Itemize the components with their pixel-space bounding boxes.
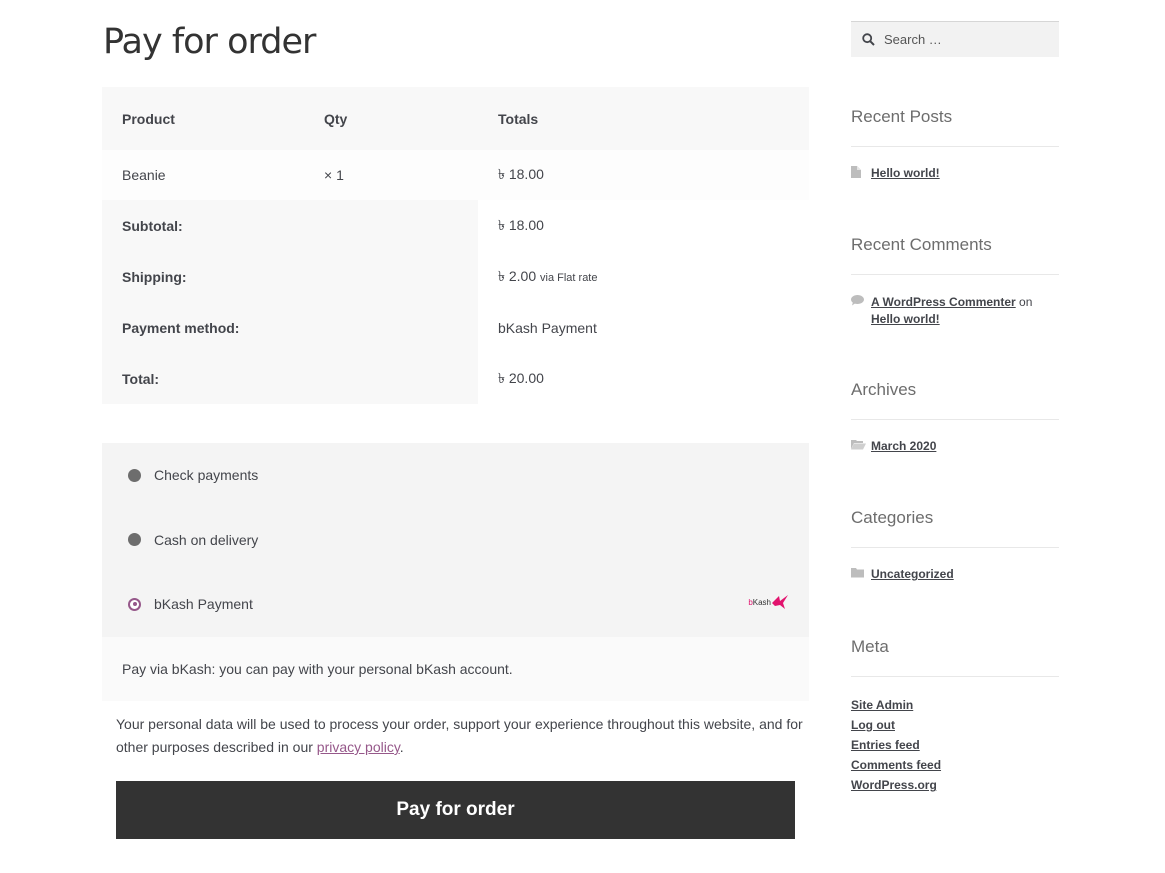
page-title: Pay for order <box>103 22 316 62</box>
post-link[interactable]: Hello world! <box>871 166 940 180</box>
shipping-label: Shipping: <box>102 251 478 302</box>
folder-icon <box>851 567 871 581</box>
widget-title: Recent Comments <box>851 235 1059 275</box>
subtotal-row: Subtotal: ৳ 18.00 <box>102 200 809 251</box>
header-qty: Qty <box>324 110 348 127</box>
search-input[interactable]: Search … <box>851 21 1059 57</box>
total-label: Total: <box>102 353 478 404</box>
search-icon <box>862 33 875 46</box>
search-placeholder: Search … <box>884 32 942 47</box>
payment-option-bkash[interactable]: bKash Payment bKash <box>102 572 809 637</box>
radio-cash-on-delivery[interactable] <box>128 533 141 547</box>
order-table: Product Qty Totals Beanie × 1 ৳ 18.00 Su… <box>102 87 809 404</box>
header-product: Product <box>122 110 175 127</box>
comment-post-link[interactable]: Hello world! <box>871 312 940 326</box>
radio-bkash[interactable] <box>128 597 141 611</box>
comment-icon <box>851 294 871 311</box>
comment-author-link[interactable]: A WordPress Commenter <box>871 295 1016 309</box>
meta-link-wordpress-org[interactable]: WordPress.org <box>851 775 1059 795</box>
document-icon <box>851 166 871 181</box>
privacy-end: . <box>399 739 404 755</box>
widget-title: Meta <box>851 637 1059 677</box>
privacy-text: Your personal data will be used to proce… <box>116 716 803 755</box>
widget-title: Recent Posts <box>851 107 1059 147</box>
payment-option-check[interactable]: Check payments <box>102 443 809 508</box>
meta-link-site-admin[interactable]: Site Admin <box>851 695 1059 715</box>
widget-categories: Categories Uncategorized <box>851 508 1059 581</box>
privacy-notice: Your personal data will be used to proce… <box>116 713 806 759</box>
payment-option-cod[interactable]: Cash on delivery <box>102 508 809 573</box>
total-row: Total: ৳ 20.00 <box>102 353 809 404</box>
shipping-via: via Flat rate <box>540 271 598 284</box>
payment-methods: Check payments Cash on delivery bKash Pa… <box>102 443 809 701</box>
item-product: Beanie <box>122 167 166 183</box>
payment-method-label: Payment method: <box>102 302 478 353</box>
payment-method-row: Payment method: bKash Payment <box>102 302 809 353</box>
meta-link-log-out[interactable]: Log out <box>851 715 1059 735</box>
bkash-logo: bKash <box>748 594 789 610</box>
widget-recent-posts: Recent Posts Hello world! <box>851 107 1059 181</box>
list-item: Hello world! <box>851 166 1059 181</box>
comment-on-text: on <box>1019 295 1033 309</box>
shipping-value-cell: ৳ 2.00 via Flat rate <box>478 265 809 289</box>
widget-title: Archives <box>851 380 1059 420</box>
widget-meta: Meta Site Admin Log out Entries feed Com… <box>851 637 1059 795</box>
table-header-row: Product Qty Totals <box>102 87 809 150</box>
folder-open-icon <box>851 439 871 453</box>
shipping-row: Shipping: ৳ 2.00 via Flat rate <box>102 251 809 302</box>
list-item: Uncategorized <box>851 567 1059 581</box>
list-item: March 2020 <box>851 439 1059 453</box>
bkash-logo-text: bKash <box>748 597 771 607</box>
payment-option-label: Check payments <box>154 467 259 484</box>
payment-method-value: bKash Payment <box>498 319 597 336</box>
table-row: Beanie × 1 ৳ 18.00 <box>102 150 809 200</box>
meta-link-comments-feed[interactable]: Comments feed <box>851 755 1059 775</box>
widget-title: Categories <box>851 508 1059 548</box>
pay-for-order-button[interactable]: Pay for order <box>116 781 795 839</box>
archive-link[interactable]: March 2020 <box>871 439 936 453</box>
list-item: A WordPress Commenter on Hello world! <box>851 294 1059 328</box>
radio-check-payments[interactable] <box>128 468 141 482</box>
meta-list: Site Admin Log out Entries feed Comments… <box>851 695 1059 795</box>
payment-description: Pay via bKash: you can pay with your per… <box>102 636 809 701</box>
subtotal-label: Subtotal: <box>102 200 478 251</box>
payment-option-label: Cash on delivery <box>154 531 259 548</box>
header-totals: Totals <box>498 110 539 127</box>
sidebar: Search … Recent Posts Hello world! Recen… <box>851 21 1059 792</box>
meta-link-entries-feed[interactable]: Entries feed <box>851 735 1059 755</box>
item-total: ৳ 18.00 <box>498 166 544 182</box>
category-link[interactable]: Uncategorized <box>871 567 954 581</box>
item-qty: × 1 <box>324 167 344 183</box>
subtotal-value: ৳ 18.00 <box>498 216 544 233</box>
payment-option-label: bKash Payment <box>154 596 253 613</box>
shipping-value: ৳ 2.00 <box>498 267 537 284</box>
widget-recent-comments: Recent Comments A WordPress Commenter on… <box>851 235 1059 328</box>
total-value: ৳ 20.00 <box>498 369 544 386</box>
privacy-policy-link[interactable]: privacy policy <box>317 739 400 755</box>
widget-archives: Archives March 2020 <box>851 380 1059 453</box>
bkash-bird-icon <box>772 595 788 609</box>
